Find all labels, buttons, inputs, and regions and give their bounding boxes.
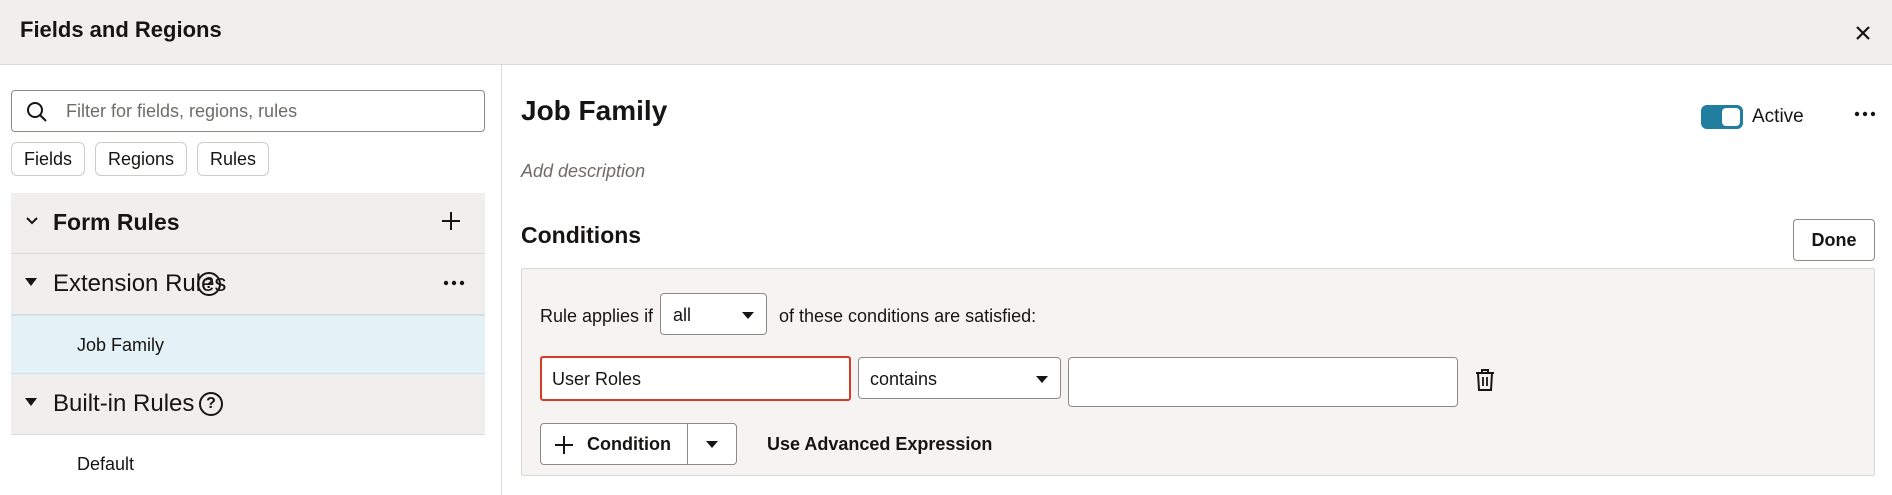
chevron-down-icon[interactable] [24, 213, 40, 229]
rule-editor: Job Family Active Add description Condit… [502, 65, 1892, 495]
extension-rules-more-button[interactable] [441, 270, 467, 301]
rule-item-default[interactable]: Default [11, 435, 485, 494]
filter-rules-chip[interactable]: Rules [197, 142, 270, 176]
search-box[interactable] [11, 90, 485, 132]
done-button[interactable]: Done [1793, 219, 1875, 261]
plus-icon [555, 436, 573, 454]
group-builtin-rules[interactable]: Built-in Rules ? [11, 374, 485, 435]
match-mode-select[interactable]: all [660, 293, 767, 335]
active-label: Active [1752, 106, 1804, 127]
group-builtin-rules-label: Built-in Rules [53, 390, 195, 417]
dialog-header: Fields and Regions [0, 0, 1892, 65]
add-condition-button[interactable]: Condition [541, 424, 687, 464]
caret-down-icon[interactable] [25, 398, 37, 406]
add-rule-button[interactable] [439, 209, 463, 238]
condition-operator-value: contains [870, 369, 938, 389]
search-input[interactable] [66, 99, 466, 123]
dialog-title: Fields and Regions [20, 17, 222, 42]
rule-title: Job Family [521, 95, 668, 126]
plus-icon[interactable] [439, 209, 463, 233]
add-condition-label: Condition [587, 434, 671, 454]
conditions-panel: Rule applies if all of these conditions … [521, 268, 1875, 476]
more-horizontal-icon[interactable] [441, 270, 467, 296]
active-toggle[interactable] [1701, 105, 1743, 129]
condition-field-value: User Roles [552, 369, 642, 389]
group-extension-rules[interactable]: Extension Rules ? [11, 254, 485, 315]
close-icon[interactable] [1848, 18, 1878, 48]
trash-icon[interactable] [1474, 368, 1496, 392]
condition-value-input[interactable] [1068, 357, 1458, 407]
more-horizontal-icon[interactable] [1852, 101, 1878, 127]
rule-item-job-family[interactable]: Job Family [11, 315, 485, 374]
conditions-heading: Conditions [521, 222, 642, 248]
rule-more-button[interactable] [1852, 101, 1878, 132]
condition-field-input[interactable]: User Roles [540, 356, 851, 401]
caret-down-icon [742, 312, 754, 319]
caret-down-icon[interactable] [25, 278, 37, 286]
help-icon[interactable]: ? [199, 392, 223, 416]
description-field[interactable]: Add description [521, 161, 645, 182]
condition-operator-select[interactable]: contains [858, 357, 1061, 399]
match-mode-value: all [673, 305, 692, 325]
help-icon[interactable]: ? [197, 272, 221, 296]
delete-condition-button[interactable] [1474, 368, 1496, 397]
group-form-rules[interactable]: Form Rules [11, 193, 485, 254]
add-condition-split-button: Condition [540, 423, 737, 465]
filter-regions-chip[interactable]: Regions [95, 142, 188, 176]
caret-down-icon [1036, 376, 1048, 383]
applies-prefix: Rule applies if [540, 306, 654, 326]
caret-down-icon [706, 441, 718, 448]
filter-fields-chip[interactable]: Fields [11, 142, 86, 176]
rule-item-label: Job Family [77, 335, 165, 355]
group-form-rules-label: Form Rules [53, 209, 180, 235]
sidebar: Fields Regions Rules Form Rules Extensio… [0, 65, 502, 495]
advanced-expression-link[interactable]: Use Advanced Expression [767, 434, 992, 455]
search-icon [27, 102, 47, 122]
rule-item-label: Default [77, 454, 135, 474]
applies-suffix: of these conditions are satisfied: [779, 306, 1037, 326]
close-button[interactable] [1848, 18, 1878, 48]
add-condition-menu-button[interactable] [687, 424, 736, 464]
